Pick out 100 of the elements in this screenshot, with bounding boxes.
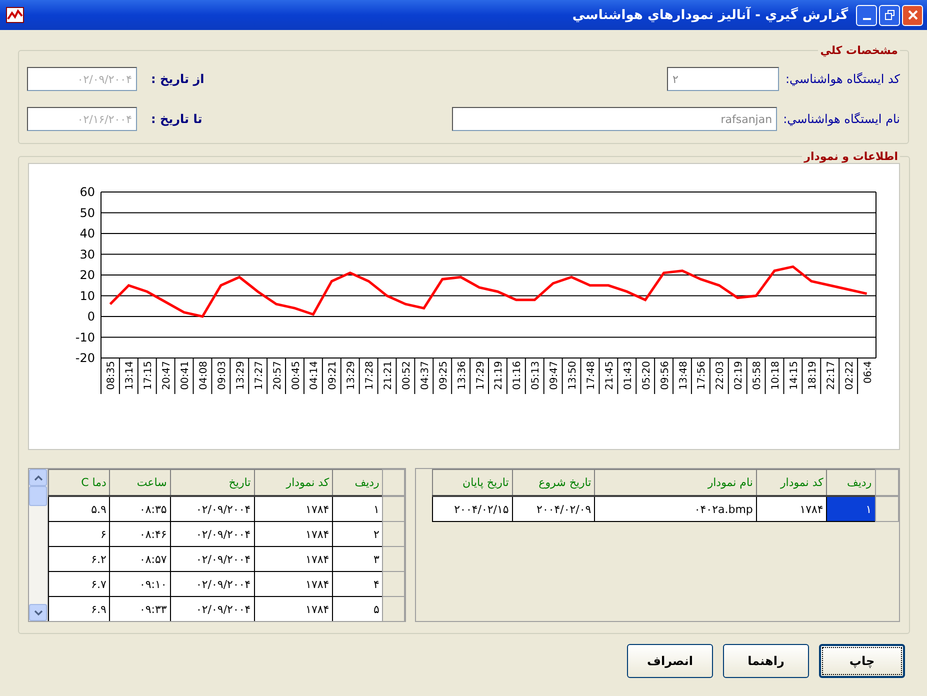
table-cell: ۰۲/۰۹/۲۰۰۴	[170, 596, 254, 621]
axis-tick-label: 20	[80, 268, 95, 282]
dialog-button[interactable]: چاپ	[819, 644, 905, 678]
table-cell: ۰۲/۰۹/۲۰۰۴	[170, 546, 254, 572]
column-header[interactable]: کد نمودار	[254, 470, 333, 496]
axis-tick-label: 00:45	[290, 361, 302, 390]
chevron-up-icon	[34, 474, 42, 480]
column-header[interactable]: تاریخ	[170, 470, 254, 496]
date-field[interactable]: ۰۲/۱۶/۲۰۰۴	[27, 107, 137, 131]
field-label: نام ایستگاه هواشناسي:	[783, 112, 900, 126]
column-header[interactable]: نام نمودار	[594, 470, 756, 496]
axis-tick-label: 09:47	[549, 361, 560, 390]
axis-tick-label: 09:56	[660, 361, 671, 390]
restore-icon	[884, 10, 894, 20]
axis-tick-label: 20:47	[162, 361, 173, 390]
axis-tick-label: 00:52	[401, 361, 412, 390]
axis-tick-label: 05:58	[752, 361, 764, 390]
table-cell: ۰۴۰۲a.bmp	[594, 496, 756, 522]
minimize-button[interactable]	[856, 4, 877, 26]
axis-tick-label: -10	[75, 330, 95, 344]
axis-tick-label: 09:21	[328, 361, 339, 390]
group-legend: مشخصات کلي	[818, 44, 900, 57]
axis-tick-label: 13:36	[456, 361, 468, 390]
axis-tick-label: 21:45	[604, 361, 616, 390]
input-field[interactable]: ۲	[667, 67, 780, 91]
date-field[interactable]: ۰۲/۰۹/۲۰۰۴	[27, 67, 137, 91]
table-cell: ۵.۹	[48, 496, 110, 522]
table-cell: ۳	[332, 546, 383, 572]
column-header[interactable]: تاریخ پایان	[432, 470, 512, 496]
axis-tick-label: -20	[75, 351, 95, 365]
table-cell: ۱۷۸۴	[756, 496, 827, 522]
close-icon	[908, 10, 918, 20]
axis-tick-label: 0	[87, 310, 95, 324]
axis-tick-label: 17:56	[696, 361, 708, 390]
table-cell: ۱۷۸۴	[254, 596, 333, 621]
axis-tick-label: 13:48	[678, 361, 690, 390]
table-cell: ۵	[332, 596, 383, 621]
axis-tick-label: 04:37	[420, 361, 431, 390]
table-cell: ۶.۷	[48, 572, 110, 596]
restore-button[interactable]	[879, 4, 900, 26]
table-cell: ۰۲/۰۹/۲۰۰۴	[170, 496, 254, 522]
dialog-button[interactable]: انصراف	[627, 644, 713, 678]
axis-tick-label: 14:15	[788, 361, 800, 390]
axis-tick-label: 05:20	[641, 361, 652, 390]
column-header[interactable]: ساعت	[110, 470, 170, 496]
table-cell: ۰۹:۱۰	[110, 572, 170, 596]
axis-tick-label: 09:03	[216, 361, 228, 390]
scrollbar[interactable]	[29, 469, 48, 621]
axis-tick-label: 30	[80, 247, 95, 262]
scroll-down-button[interactable]	[29, 604, 47, 621]
axis-tick-label: 09:25	[438, 361, 450, 390]
table-cell: ۱۷۸۴	[254, 522, 333, 546]
axis-tick-label: 10:18	[770, 361, 782, 390]
axis-tick-label: 17:48	[586, 361, 597, 390]
table-cell: ۱	[826, 496, 876, 522]
field-label: از تاریخ :	[151, 72, 204, 86]
axis-tick-label: 17:15	[143, 361, 154, 390]
table-cell: ۰۸:۴۶	[110, 522, 170, 546]
table-cell: ۰۸:۵۷	[110, 546, 170, 572]
axis-tick-label: 02:22	[844, 361, 856, 390]
column-header[interactable]: کد نمودار	[756, 470, 827, 496]
axis-tick-label: 50	[80, 206, 95, 220]
column-header[interactable]: تاریخ شروع	[512, 470, 595, 496]
field-label: کد ایستگاه هواشناسي:	[785, 72, 900, 86]
axis-tick-label: 01:16	[512, 361, 524, 390]
table-cell: ۰۲/۰۹/۲۰۰۴	[170, 522, 254, 546]
table-cell: ۰۲/۰۹/۲۰۰۴	[170, 572, 254, 596]
field-label: تا تاریخ :	[151, 112, 202, 126]
table-cell: ۱۷۸۴	[254, 572, 333, 596]
chevron-down-icon	[34, 610, 42, 616]
table-cell: ۱۷۸۴	[254, 546, 333, 572]
table-cell: ۲۰۰۴/۰۲/۱۵	[432, 496, 512, 522]
close-button[interactable]	[902, 4, 923, 26]
column-header[interactable]: دما C	[48, 470, 110, 496]
axis-tick-label: 17:27	[254, 361, 265, 390]
table-cell: ۱	[332, 496, 383, 522]
window-title: گزارش گیري - آناليز نمودارهاي هواشناسي	[572, 8, 848, 22]
minimize-icon	[862, 18, 870, 20]
scroll-thumb[interactable]	[29, 486, 47, 506]
input-field[interactable]: rafsanjan	[452, 107, 778, 131]
axis-tick-label: 05:13	[530, 361, 542, 390]
table-cell: ۰۸:۳۵	[110, 496, 170, 522]
table-cell: ۶	[48, 522, 110, 546]
axis-tick-label: 01:43	[622, 361, 634, 390]
axis-tick-label: 21:21	[383, 361, 394, 390]
table-cell: ۱۷۸۴	[254, 496, 333, 522]
dialog-button[interactable]: راهنما	[723, 644, 809, 678]
table-cell: ۶.۲	[48, 546, 110, 572]
table-cell: ۰۹:۳۳	[110, 596, 170, 621]
axis-tick-label: 13:50	[568, 361, 579, 390]
group-legend: اطلاعات و نمودار	[802, 150, 900, 163]
axis-tick-label: 13:14	[124, 361, 136, 390]
axis-tick-label: 08:35	[106, 361, 118, 390]
column-header[interactable]: ردیف	[332, 470, 383, 496]
axis-tick-label: 20:57	[272, 361, 284, 390]
axis-tick-label: 18:19	[807, 361, 818, 390]
axis-tick-label: 17:29	[475, 361, 486, 390]
column-header[interactable]: ردیف	[826, 470, 876, 496]
scroll-up-button[interactable]	[29, 469, 47, 486]
axis-tick-label: 04:08	[198, 361, 210, 390]
